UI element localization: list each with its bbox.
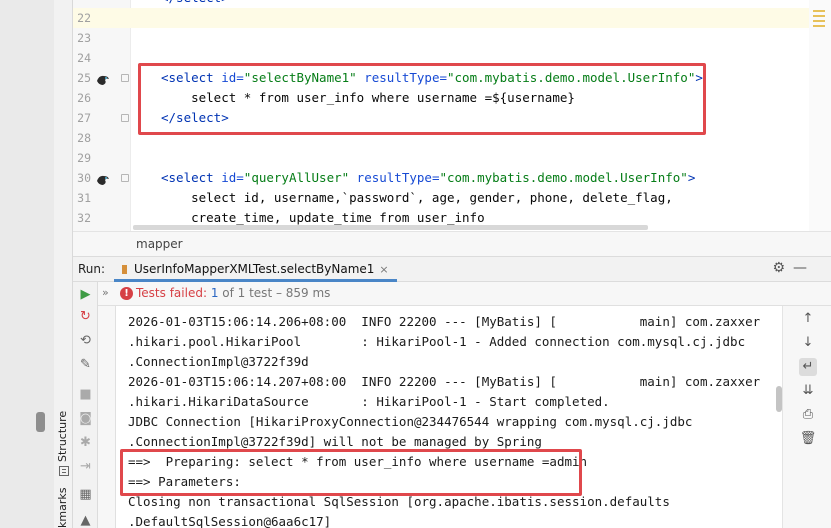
minimize-icon[interactable]: — [793, 260, 807, 276]
structure-tool-label[interactable]: Structure [56, 411, 69, 462]
breadcrumb-item[interactable]: mapper [136, 237, 183, 251]
editor-horizontal-scrollbar[interactable] [133, 225, 648, 230]
line-number: 28 [77, 131, 91, 145]
mybatis-bird-icon[interactable] [96, 72, 110, 85]
line-number: 23 [77, 31, 91, 45]
code-line[interactable]: 29 [73, 148, 831, 168]
line-number: 29 [77, 151, 91, 165]
close-icon[interactable]: × [379, 263, 388, 276]
code-line-partial: </select> [73, 0, 831, 8]
breadcrumb: mapper [73, 231, 831, 257]
line-number: 32 [77, 211, 91, 225]
code-text: </select> [161, 0, 229, 8]
console-line: JDBC Connection [HikariProxyConnection@2… [128, 414, 693, 429]
line-number: 25 [77, 71, 91, 85]
console-line: 2026-01-03T15:06:14.206+08:00 INFO 22200… [128, 314, 761, 329]
annotation-highlight-box [138, 63, 706, 135]
console-line: .DefaultSqlSession@6aa6c17] [128, 514, 332, 528]
console-line: .hikari.pool.HikariPool : HikariPool-1 -… [128, 334, 746, 349]
toggle-auto-test-icon[interactable]: ⟲ [77, 332, 94, 349]
rerun-failed-icon[interactable]: ↻ [77, 308, 94, 325]
line-number: 31 [77, 191, 91, 205]
expand-chevron-icon[interactable]: » [102, 282, 109, 304]
run-left-toolbar: ▶ ↻ ⟲ ✎ ■ ◙ ✱ ⇥ ▦ ▲ [73, 282, 98, 528]
camera-icon[interactable]: ◙ [77, 410, 94, 427]
console-line: .ConnectionImpl@3722f39d [128, 354, 309, 369]
test-status-bar: » ! Tests failed: 1 of 1 test – 859 ms [98, 282, 831, 306]
mybatis-bird-icon[interactable] [96, 172, 110, 185]
test-status-text: Tests failed: 1 of 1 test – 859 ms [136, 286, 331, 300]
fold-toggle-icon[interactable] [121, 174, 129, 182]
arrow-up-icon[interactable]: ↑ [799, 310, 817, 328]
wrench-icon[interactable]: ✎ [77, 356, 94, 373]
line-number: 30 [77, 171, 91, 185]
editor-scrollbar[interactable] [809, 0, 831, 231]
code-line[interactable]: 22 [73, 8, 831, 28]
layout-icon[interactable]: ▦ [77, 486, 94, 503]
login-icon[interactable]: ⇥ [77, 458, 94, 475]
pin-icon[interactable]: ▲ [77, 512, 94, 528]
rerun-play-icon[interactable]: ▶ [77, 286, 94, 303]
code-text: select id, username,`password`, age, gen… [161, 190, 673, 205]
line-number: 26 [77, 91, 91, 105]
code-line[interactable]: 30 <select id="queryAllUser" resultType=… [73, 168, 831, 188]
soft-wrap-icon[interactable]: ↵ [799, 358, 817, 376]
stop-icon[interactable]: ■ [77, 386, 94, 403]
console-right-toolbar: ↑ ↓ ↵ ⇊ ⎙ 🗑 [782, 306, 831, 528]
run-tab[interactable]: UserInfoMapperXMLTest.selectByName1 × [114, 257, 397, 282]
trash-icon[interactable]: 🗑 [799, 430, 817, 448]
code-line[interactable]: 31 select id, username,`password`, age, … [73, 188, 831, 208]
fold-toggle-icon[interactable] [121, 114, 129, 122]
run-tab-label: UserInfoMapperXMLTest.selectByName1 [134, 262, 375, 276]
gear-icon[interactable]: ⚙ [772, 260, 785, 276]
resize-handle[interactable] [36, 412, 45, 432]
arrow-down-icon[interactable]: ↓ [799, 334, 817, 352]
error-icon: ! [120, 287, 133, 300]
run-tool-header: Run: UserInfoMapperXMLTest.selectByName1… [73, 257, 831, 282]
test-tree-panel[interactable] [98, 282, 116, 528]
bookmarks-tool-label[interactable]: kmarks [56, 488, 69, 528]
line-number: 24 [77, 51, 91, 65]
warning-marker-icon[interactable] [813, 10, 825, 12]
line-number: 22 [77, 11, 91, 25]
console-line: .hikari.HikariDataSource : HikariPool-1 … [128, 394, 610, 409]
console-line: 2026-01-03T15:06:14.207+08:00 INFO 22200… [128, 374, 761, 389]
run-label: Run: [78, 262, 106, 276]
fold-toggle-icon[interactable] [121, 74, 129, 82]
code-text: <select id="queryAllUser" resultType="co… [161, 170, 696, 185]
print-icon[interactable]: ⎙ [799, 406, 817, 424]
test-run-icon [122, 265, 130, 274]
line-number: 27 [77, 111, 91, 125]
annotation-highlight-box [120, 449, 582, 496]
scroll-to-end-icon[interactable]: ⇊ [799, 382, 817, 400]
debug-icon[interactable]: ✱ [77, 434, 94, 451]
window-edge [0, 0, 54, 528]
structure-icon[interactable] [59, 466, 69, 476]
code-line[interactable]: 23 [73, 28, 831, 48]
